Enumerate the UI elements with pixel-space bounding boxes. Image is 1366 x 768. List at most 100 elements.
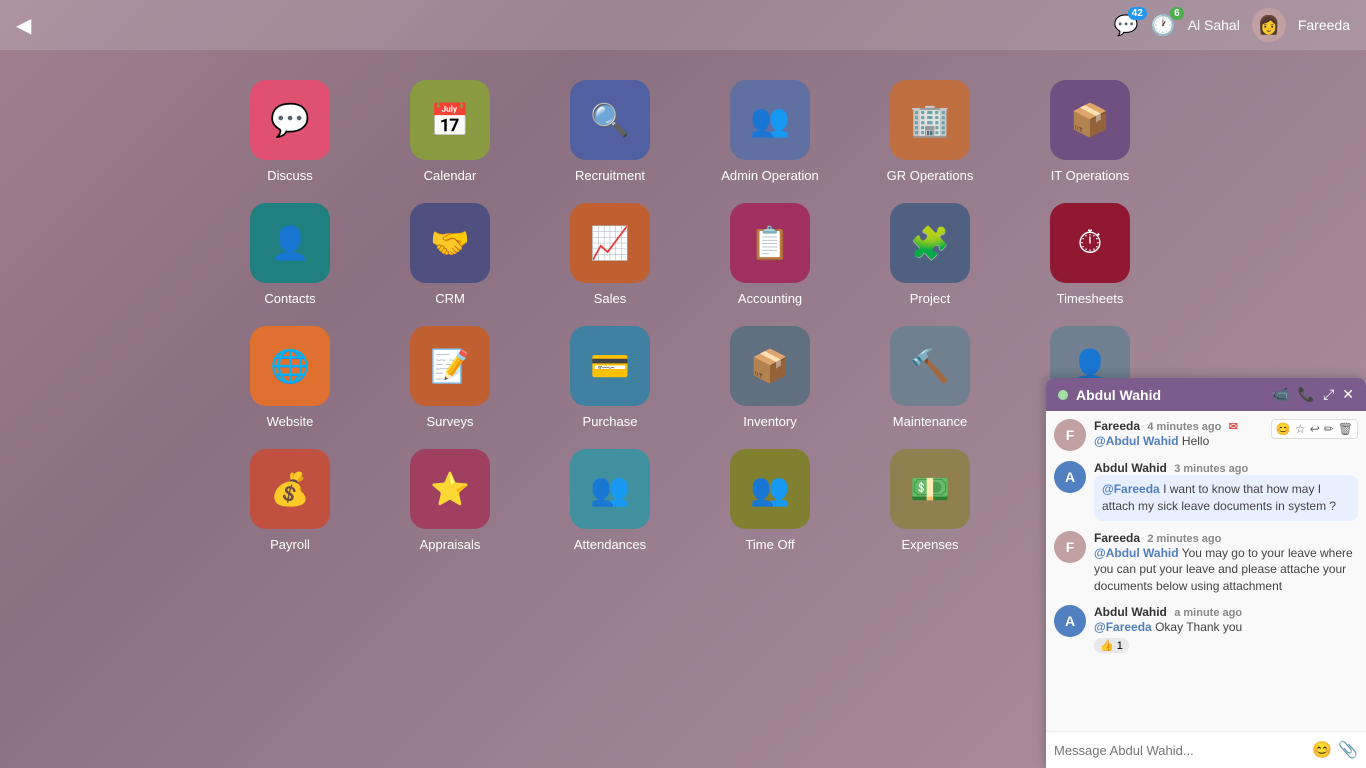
- appraisals-icon: ⭐: [410, 449, 490, 529]
- chat-avatar-2: F: [1054, 531, 1086, 563]
- chat-input[interactable]: [1054, 743, 1306, 758]
- app-item-time-off[interactable]: 👥Time Off: [700, 449, 840, 552]
- back-button[interactable]: ◀: [16, 13, 31, 38]
- app-item-contacts[interactable]: 👤Contacts: [220, 203, 360, 306]
- expenses-label: Expenses: [901, 537, 958, 552]
- recruitment-icon: 🔍: [570, 80, 650, 160]
- maintenance-icon: 🔨: [890, 326, 970, 406]
- app-item-timesheets[interactable]: ⏱ Timesheets: [1020, 203, 1160, 306]
- it-operations-icon: 📦: [1050, 80, 1130, 160]
- chat-content-2: Fareeda 2 minutes ago @Abdul Wahid You m…: [1094, 531, 1358, 595]
- messages-badge[interactable]: 💬 42: [1114, 13, 1139, 38]
- sales-label: Sales: [594, 291, 627, 306]
- app-item-crm[interactable]: 🤝CRM: [380, 203, 520, 306]
- video-call-button[interactable]: 📹: [1272, 386, 1289, 403]
- surveys-label: Surveys: [427, 414, 474, 429]
- crm-label: CRM: [435, 291, 465, 306]
- app-item-surveys[interactable]: 📝 Surveys: [380, 326, 520, 429]
- expand-chat-button[interactable]: ⤢: [1323, 386, 1334, 403]
- chat-msg-header-1: Abdul Wahid 3 minutes ago: [1094, 461, 1358, 475]
- app-item-inventory[interactable]: 📦Inventory: [700, 326, 840, 429]
- app-item-project[interactable]: 🧩Project: [860, 203, 1000, 306]
- reaction-3[interactable]: 👍 1: [1094, 638, 1129, 653]
- gr-operations-icon: 🏢: [890, 80, 970, 160]
- emoji-reaction-button[interactable]: 😊: [1276, 422, 1291, 436]
- app-item-gr-operations[interactable]: 🏢 GR Operations: [860, 80, 1000, 183]
- app-item-appraisals[interactable]: ⭐Appraisals: [380, 449, 520, 552]
- emoji-button[interactable]: 😊: [1312, 740, 1332, 760]
- gr-operations-label: GR Operations: [887, 168, 974, 183]
- user-avatar[interactable]: 👩: [1252, 8, 1286, 42]
- project-icon: 🧩: [890, 203, 970, 283]
- calendar-icon: 📅: [410, 80, 490, 160]
- chat-header: Abdul Wahid 📹 📞 ⤢ ✕: [1046, 378, 1366, 411]
- chat-time-3: a minute ago: [1174, 607, 1242, 619]
- app-item-recruitment[interactable]: 🔍Recruitment: [540, 80, 680, 183]
- edit-button[interactable]: ✏: [1324, 422, 1334, 436]
- delete-button[interactable]: 🗑: [1338, 422, 1353, 436]
- app-item-maintenance[interactable]: 🔨 Maintenance: [860, 326, 1000, 429]
- admin-operation-label: Admin Operation: [721, 168, 819, 183]
- expenses-icon: 💵: [890, 449, 970, 529]
- discuss-icon: 💬: [250, 80, 330, 160]
- chat-header-actions: 📹 📞 ⤢ ✕: [1272, 386, 1354, 403]
- messages-count: 42: [1128, 7, 1147, 20]
- app-item-accounting[interactable]: 📋Accounting: [700, 203, 840, 306]
- mention-2: @Abdul Wahid: [1094, 546, 1179, 560]
- mention-3: @Fareeda: [1094, 620, 1152, 634]
- website-label: Website: [267, 414, 314, 429]
- chat-message-2: FFareeda 2 minutes ago @Abdul Wahid You …: [1054, 531, 1358, 595]
- clock-badge[interactable]: 🕐 6: [1151, 13, 1176, 38]
- chat-footer: 😊 📎: [1046, 731, 1366, 768]
- inventory-label: Inventory: [743, 414, 796, 429]
- chat-panel: Abdul Wahid 📹 📞 ⤢ ✕ 😊 ☆ ↩ ✏ 🗑 FFareeda 4…: [1046, 378, 1366, 768]
- accounting-icon: 📋: [730, 203, 810, 283]
- chat-message-0: 😊 ☆ ↩ ✏ 🗑 FFareeda 4 minutes ago ✉@Abdul…: [1054, 419, 1358, 451]
- reply-button[interactable]: ↩: [1310, 422, 1320, 436]
- star-button[interactable]: ☆: [1295, 422, 1306, 436]
- app-item-admin-operation[interactable]: 👥 Admin Operation: [700, 80, 840, 183]
- timesheets-label: Timesheets: [1057, 291, 1124, 306]
- chat-msg-header-3: Abdul Wahid a minute ago: [1094, 605, 1358, 619]
- chat-messages: 😊 ☆ ↩ ✏ 🗑 FFareeda 4 minutes ago ✉@Abdul…: [1046, 411, 1366, 731]
- close-chat-button[interactable]: ✕: [1342, 386, 1354, 403]
- chat-avatar-1: A: [1054, 461, 1086, 493]
- it-operations-label: IT Operations: [1051, 168, 1130, 183]
- admin-operation-icon: 👥: [730, 80, 810, 160]
- chat-time-0: 4 minutes ago: [1147, 421, 1221, 433]
- chat-message-1: A Abdul Wahid 3 minutes ago @Fareeda I wa…: [1054, 461, 1358, 521]
- discuss-label: Discuss: [267, 168, 313, 183]
- time-off-label: Time Off: [745, 537, 794, 552]
- surveys-icon: 📝: [410, 326, 490, 406]
- website-icon: 🌐: [250, 326, 330, 406]
- chat-time-1: 3 minutes ago: [1174, 463, 1248, 475]
- app-item-expenses[interactable]: 💵 Expenses: [860, 449, 1000, 552]
- payroll-icon: 💰: [250, 449, 330, 529]
- app-item-attendances[interactable]: 👥Attendances: [540, 449, 680, 552]
- app-item-sales[interactable]: 📈Sales: [540, 203, 680, 306]
- msg-actions-0: 😊 ☆ ↩ ✏ 🗑: [1271, 419, 1358, 439]
- navbar: ◀ 💬 42 🕐 6 Al Sahal 👩 Fareeda: [0, 0, 1366, 50]
- msg-rest-3: Okay Thank you: [1152, 620, 1243, 634]
- company-name: Al Sahal: [1188, 17, 1240, 33]
- app-item-payroll[interactable]: 💰Payroll: [220, 449, 360, 552]
- app-item-website[interactable]: 🌐 Website: [220, 326, 360, 429]
- chat-content-3: Abdul Wahid a minute ago @Fareeda Okay T…: [1094, 605, 1358, 654]
- calendar-label: Calendar: [424, 168, 477, 183]
- chat-time-2: 2 minutes ago: [1147, 533, 1221, 545]
- app-item-purchase[interactable]: 💳Purchase: [540, 326, 680, 429]
- chat-text-1: @Fareeda I want to know that how may I a…: [1094, 475, 1358, 521]
- online-indicator: [1058, 390, 1068, 400]
- chat-title: Abdul Wahid: [1076, 387, 1264, 403]
- attach-button[interactable]: 📎: [1338, 740, 1358, 760]
- app-item-discuss[interactable]: 💬 Discuss: [220, 80, 360, 183]
- chat-avatar-3: A: [1054, 605, 1086, 637]
- maintenance-label: Maintenance: [893, 414, 967, 429]
- timesheets-icon: ⏱: [1050, 203, 1130, 283]
- navbar-right: 💬 42 🕐 6 Al Sahal 👩 Fareeda: [1114, 8, 1350, 42]
- phone-call-button[interactable]: 📞: [1298, 386, 1315, 403]
- user-name: Fareeda: [1298, 17, 1350, 33]
- app-item-calendar[interactable]: 📅 Calendar: [380, 80, 520, 183]
- app-item-it-operations[interactable]: 📦 IT Operations: [1020, 80, 1160, 183]
- attendances-label: Attendances: [574, 537, 646, 552]
